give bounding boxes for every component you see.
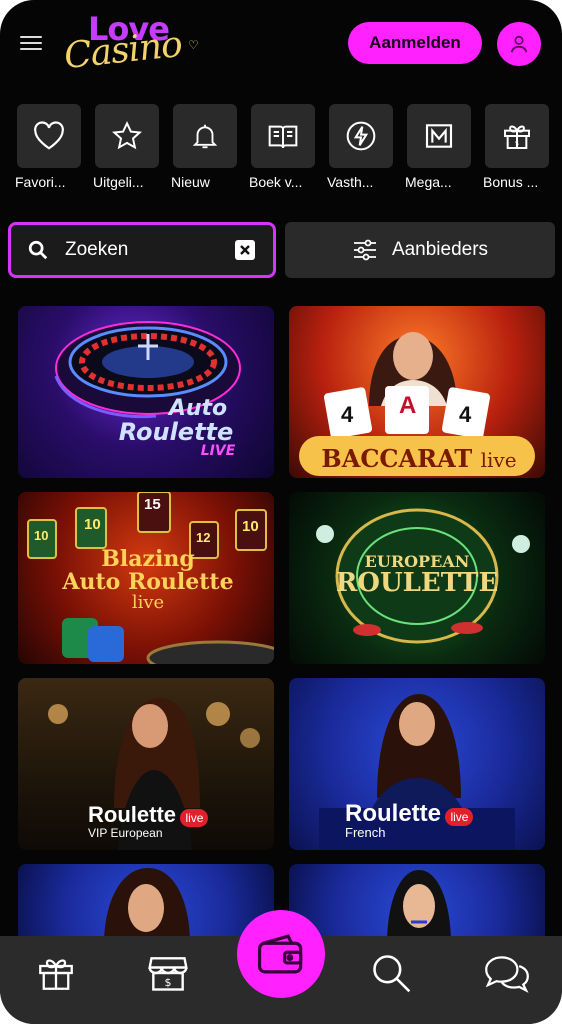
game-title-line1: Auto bbox=[168, 396, 228, 421]
search-input[interactable]: Zoeken bbox=[65, 239, 235, 261]
category-new[interactable]: Nieuw bbox=[171, 104, 237, 190]
category-favorites[interactable]: Favori... bbox=[15, 104, 81, 190]
game-title-line2: ROULETTE bbox=[335, 568, 499, 598]
user-button[interactable] bbox=[497, 22, 541, 66]
dealer-image bbox=[104, 868, 190, 944]
card-rank: 4 bbox=[341, 402, 354, 427]
category-label: Favori... bbox=[15, 174, 66, 190]
game-tile-partial-2[interactable] bbox=[289, 864, 545, 944]
nav-gift[interactable] bbox=[33, 950, 79, 996]
game-title-line3: live bbox=[131, 592, 165, 614]
game-title-line1: Roulette bbox=[345, 800, 441, 827]
category-label: Vasth... bbox=[327, 174, 374, 190]
book-icon bbox=[268, 125, 298, 149]
game-tile-roulette-french[interactable]: Roulette live French bbox=[289, 678, 545, 850]
game-title-line3: European bbox=[110, 825, 163, 840]
menu-icon[interactable] bbox=[20, 36, 42, 50]
game-title-line3: LIVE bbox=[200, 443, 236, 459]
category-featured[interactable]: Uitgeli... bbox=[93, 104, 159, 190]
game-tile-baccarat[interactable]: 4 A 4 BACCARAT live bbox=[289, 306, 545, 478]
svg-text:$: $ bbox=[515, 139, 519, 147]
nav-shop[interactable]: $ bbox=[145, 950, 191, 996]
dealer-image bbox=[387, 870, 451, 944]
bell-icon bbox=[192, 124, 218, 149]
game-tile-roulette-vip-european[interactable]: Roulette live VIP European bbox=[18, 678, 274, 850]
category-book[interactable]: Boek v... bbox=[249, 104, 315, 190]
clear-search-button[interactable] bbox=[235, 240, 255, 260]
gift-icon bbox=[39, 959, 73, 990]
category-label: Uitgeli... bbox=[93, 174, 144, 190]
game-title-line1: BACCARAT bbox=[321, 444, 473, 473]
category-label: Mega... bbox=[405, 174, 452, 190]
app-screen: Love Casino ♡ Aanmelden Favori... Uitgel… bbox=[0, 0, 562, 1024]
logo-casino-text: Casino bbox=[62, 23, 184, 78]
filter-sliders-icon bbox=[353, 239, 376, 261]
category-label: Boek v... bbox=[249, 174, 303, 190]
header: Love Casino ♡ Aanmelden bbox=[0, 0, 562, 90]
category-fixed[interactable]: Vasth... bbox=[327, 104, 393, 190]
category-bar: Favori... Uitgeli... Nieuw Boek v... Vas… bbox=[0, 104, 562, 194]
number-display: 15 bbox=[144, 496, 161, 513]
bonus-gift-icon: $ bbox=[504, 125, 530, 149]
search-icon bbox=[373, 955, 411, 993]
game-tile-european-roulette[interactable]: EUROPEAN ROULETTE bbox=[289, 492, 545, 664]
star-icon bbox=[111, 120, 143, 150]
game-tile-partial-1[interactable] bbox=[18, 864, 274, 944]
number-display: 10 bbox=[84, 516, 101, 533]
wallet-button[interactable] bbox=[237, 910, 325, 998]
category-bonus[interactable]: $ Bonus ... bbox=[483, 104, 549, 190]
game-tile-auto-roulette[interactable]: Auto Roulette LIVE bbox=[18, 306, 274, 478]
search-icon bbox=[28, 240, 48, 260]
lightning-icon bbox=[346, 121, 376, 151]
live-badge: live bbox=[180, 808, 209, 827]
providers-button[interactable]: Aanbieders bbox=[285, 222, 555, 278]
logo-heart-icon: ♡ bbox=[188, 38, 199, 52]
search-box[interactable]: Zoeken bbox=[8, 222, 276, 278]
nav-search[interactable] bbox=[368, 950, 414, 996]
wallet-icon bbox=[257, 934, 303, 974]
providers-label: Aanbieders bbox=[391, 239, 489, 260]
number-display: 10 bbox=[34, 528, 49, 543]
category-label: Bonus ... bbox=[483, 174, 539, 190]
nav-chat[interactable] bbox=[480, 950, 534, 996]
mega-icon bbox=[425, 124, 453, 148]
chat-icon bbox=[485, 956, 529, 993]
game-tile-blazing-auto-roulette[interactable]: 15 10 10 12 10 Blazing Auto Roulette liv… bbox=[18, 492, 274, 664]
game-title-line2: live bbox=[480, 448, 517, 472]
login-button[interactable]: Aanmelden bbox=[348, 22, 482, 64]
number-display: 10 bbox=[242, 518, 259, 535]
close-icon bbox=[240, 245, 250, 255]
shop-icon: $ bbox=[148, 957, 188, 991]
game-title-line2: VIP bbox=[88, 825, 108, 840]
game-title-line2: Auto Roulette bbox=[62, 569, 234, 596]
logo[interactable]: Love Casino ♡ bbox=[60, 8, 210, 77]
game-title-line1: Blazing bbox=[101, 546, 195, 572]
card-rank: 4 bbox=[459, 402, 472, 427]
live-badge: live bbox=[445, 807, 474, 826]
category-mega[interactable]: Mega... bbox=[405, 104, 471, 190]
user-icon bbox=[510, 35, 528, 53]
category-label: Nieuw bbox=[171, 174, 210, 190]
game-title-line2: French bbox=[345, 825, 386, 840]
card-rank: A bbox=[399, 392, 417, 419]
game-title-line2: Roulette bbox=[118, 418, 234, 446]
game-title-line1: Roulette bbox=[88, 802, 176, 827]
number-display: 12 bbox=[196, 530, 211, 545]
svg-text:$: $ bbox=[165, 976, 172, 989]
heart-icon bbox=[34, 121, 64, 150]
